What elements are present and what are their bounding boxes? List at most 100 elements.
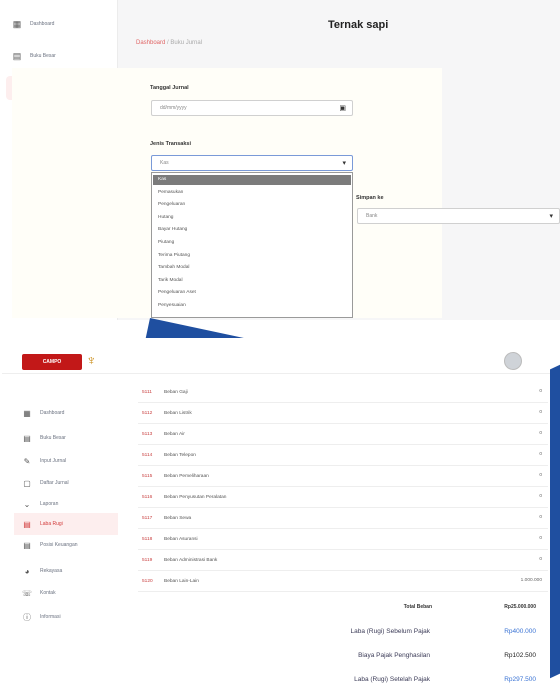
dropdown-option[interactable]: Tarik Modal (153, 276, 351, 286)
table-row: 5113 Beban Air 0 (138, 424, 548, 445)
journal-input-screen: ▦Dashboard▤Buku Besar✎Input Jurnal▢Dafta… (0, 0, 560, 320)
dropdown-option[interactable]: Piutang (153, 238, 351, 248)
deposit-select[interactable]: Bank ▾ (357, 208, 560, 224)
dropdown-option[interactable]: Pengeluaran Aset (153, 288, 351, 298)
account-code: 5117 (142, 516, 153, 521)
sidebar-item-label: Daftar Jurnal (40, 480, 69, 486)
sidebar-item-label: Input Jurnal (40, 458, 67, 464)
table-row: 5111 Beban Gaji 0 (138, 382, 548, 403)
dropdown-option[interactable]: Hutang (153, 213, 351, 223)
account-value: 0 (539, 431, 542, 436)
account-name: Beban Sewa (164, 516, 192, 521)
sidebar-item-laba-rugi[interactable]: ▤ Laba Rugi (14, 513, 118, 535)
info-icon: ⓘ (23, 612, 31, 622)
sidebar-item-label: Dashboard (40, 410, 65, 416)
composite-screenshot: ▦ Dashboard ▤ Buku Besar ✎ Input Jurnal ▢ Dafta… (0, 0, 560, 700)
summary-label: Laba (Rugi) Sebelum Pajak (350, 628, 431, 635)
calendar-icon[interactable]: ▣ (339, 104, 346, 112)
transaction-type-select[interactable]: Kas ▾ (151, 155, 353, 171)
summary-row: Biaya Pajak Penghasilan Rp102.500 (120, 646, 550, 666)
account-code: 5120 (142, 579, 153, 584)
date-label: Tanggal Jurnal (150, 85, 189, 91)
account-code: 5114 (142, 453, 153, 458)
account-name: Beban Listrik (164, 411, 192, 416)
account-value: 0 (539, 473, 542, 478)
date-input-value: dd/mm/yyyy (160, 105, 187, 111)
account-value: 0 (539, 515, 542, 520)
account-name: Beban Telepon (164, 453, 196, 458)
account-code: 5118 (142, 537, 153, 542)
report-table: 5111 Beban Gaji 0 5112 Beban Listrik 0 5113 Beb… (120, 374, 550, 700)
account-value: 0 (539, 536, 542, 541)
balance-icon: ▤ (23, 540, 31, 550)
phone-icon: ☏ (22, 588, 33, 598)
account-code: 5112 (142, 411, 153, 416)
deposit-value: Bank (366, 213, 378, 219)
account-value: 0 (539, 410, 542, 415)
sidebar-item-informasi[interactable]: ⓘ Informasi (14, 606, 118, 628)
transaction-type-dropdown: Kas Pemasukan Pengeluaran Hutang Bayar Hutan… (151, 172, 353, 318)
account-value: 1.000.000 (520, 578, 542, 583)
table-row: 5120 Beban Lain-Lain 1.000.000 (138, 571, 548, 592)
table-row: 5117 Beban Sewa 0 (138, 508, 548, 529)
sidebar-item-buku-besar[interactable]: ▤ Buku Besar (14, 427, 118, 449)
dashboard-icon: ▦ (12, 18, 22, 29)
account-code: 5116 (142, 495, 153, 500)
report-icon: ▤ (23, 519, 31, 529)
page-title: Ternak sapi (328, 19, 389, 31)
dropdown-option[interactable]: Bayar Hutang (153, 225, 351, 235)
sidebar-item-laporan[interactable]: ⌄ Laporan (14, 493, 118, 515)
chevron-icon: ⌄ (23, 499, 31, 509)
dropdown-option[interactable]: Penyesuaian (153, 301, 351, 311)
breadcrumb-dashboard-link[interactable]: Dashboard (136, 40, 165, 46)
table-row: 5119 Beban Administrasi Bank 0 (138, 550, 548, 571)
sidebar-item-label: Rekayasa (40, 568, 63, 574)
summary-value: Rp102.500 (504, 652, 536, 659)
account-value: 0 (539, 494, 542, 499)
account-name: Beban Pemeliharaan (164, 474, 209, 479)
sidebar-item-label: Dashboard (30, 21, 55, 27)
sidebar: ▦ Dashboard ▤ Buku Besar ✎ Input Jurnal ▢ Dafta… (2, 374, 120, 700)
transaction-type-value: Kas (160, 160, 169, 166)
sidebar-item-posisi-keuangan[interactable]: ▤ Posisi Keuangan (14, 534, 118, 556)
account-value: 0 (539, 389, 542, 394)
sidebar-item-label: Buku Besar (40, 435, 66, 441)
sidebar-item-label: Posisi Keuangan (40, 542, 78, 548)
dropdown-option[interactable]: Tambah Modal (153, 263, 351, 273)
account-code: 5115 (142, 474, 153, 479)
dropdown-option[interactable]: Kas (153, 175, 351, 185)
book-icon: ▤ (23, 433, 31, 443)
sidebar-item-dashboard[interactable]: ▦ Dashboard (6, 12, 112, 36)
logo[interactable]: CAMPO (22, 354, 82, 370)
sidebar-item-label: Laporan (40, 501, 59, 507)
account-name: Beban Lain-Lain (164, 579, 199, 584)
summary-row: Laba (Rugi) Sebelum Pajak Rp400.000 (120, 622, 550, 642)
sidebar-item-daftar-jurnal[interactable]: ▢ Daftar Jurnal (14, 472, 118, 494)
sidebar-item-buku-besar[interactable]: ▤ Buku Besar (6, 44, 112, 68)
book-icon: ▤ (12, 50, 22, 61)
deposit-label: Simpan ke (356, 195, 384, 201)
sidebar-item-kontak[interactable]: ☏ Kontak (14, 582, 118, 604)
sidebar-item-rekayasa[interactable]: ◕ Rekayasa (14, 560, 118, 582)
table-row: 5115 Beban Pemeliharaan 0 (138, 466, 548, 487)
account-value: 0 (539, 452, 542, 457)
dashboard-icon: ▦ (23, 408, 31, 418)
sidebar-item-label: Buku Besar (30, 53, 56, 59)
summary-label: Biaya Pajak Penghasilan (358, 652, 430, 659)
avatar[interactable] (504, 352, 522, 370)
dropdown-option[interactable]: Pemasukan (153, 188, 351, 198)
account-code: 5113 (142, 432, 153, 437)
sidebar-item-dashboard[interactable]: ▦ Dashboard (14, 402, 118, 424)
dropdown-option[interactable]: Pengeluaran (153, 200, 351, 210)
pie-icon: ◕ (24, 566, 30, 576)
summary-value: Rp297.500 (504, 676, 536, 683)
total-expense-row: Total Beban Rp25.000.000 (120, 598, 550, 618)
dropdown-option[interactable]: Terima Piutang (153, 251, 351, 261)
summary-label: Laba (Rugi) Setelah Pajak (354, 676, 430, 683)
income-statement-screen: CAMPO ♆ ▦ Dashboard ▤ Buku Besar ✎ Input Jurn… (2, 338, 550, 700)
date-input[interactable]: dd/mm/yyyy ▣ (151, 100, 353, 116)
breadcrumb: Dashboard / Buku Jurnal (136, 40, 202, 46)
sidebar-item-input-jurnal[interactable]: ✎ Input Jurnal (14, 450, 118, 472)
breadcrumb-current: Buku Jurnal (170, 40, 203, 46)
account-code: 5119 (142, 558, 153, 563)
